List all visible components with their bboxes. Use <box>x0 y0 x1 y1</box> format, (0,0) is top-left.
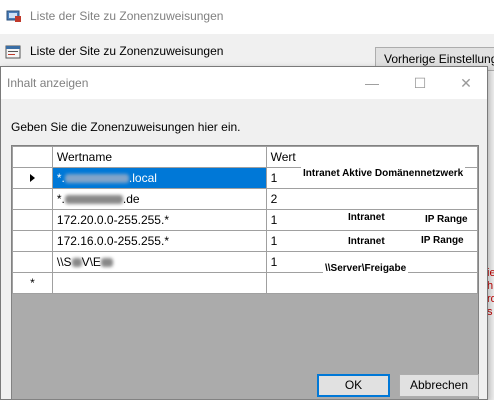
annotation-label: Intranet <box>346 235 387 248</box>
row-header[interactable] <box>12 230 53 252</box>
grid-header-row: Wertname Wert <box>12 146 478 168</box>
annotation-label: IP Range <box>419 234 466 247</box>
value-name-suffix: .local <box>128 171 157 185</box>
value-name-cell[interactable]: 172.20.0.0-255.255.* <box>51 209 267 231</box>
value-name-cell[interactable]: *. .local <box>51 167 267 189</box>
close-button[interactable]: ✕ <box>443 67 489 99</box>
redacted-text <box>100 258 113 268</box>
row-header[interactable] <box>12 188 53 210</box>
column-header-wertname[interactable]: Wertname <box>51 146 267 168</box>
value-cell[interactable]: 2 <box>265 188 478 210</box>
annotation-label: IP Range <box>423 213 470 226</box>
annotation-label: Intranet <box>346 211 387 224</box>
show-contents-dialog: Inhalt anzeigen — ☐ ✕ Geben Sie die Zone… <box>0 66 488 400</box>
table-row[interactable]: 172.16.0.0-255.255.* 1 <box>12 230 478 252</box>
zone-assignment-grid: Wertname Wert *. .local 1 *. .de 2 172.20.… <box>11 145 479 400</box>
value-name-suffix: .de <box>122 192 140 206</box>
annotation-label: Intranet Aktive Domänennetzwerk <box>301 167 466 180</box>
settings-dialog-icon <box>5 44 21 60</box>
row-header[interactable] <box>12 251 53 273</box>
side-fragment: rd <box>487 293 494 305</box>
value-name-cell[interactable]: 172.16.0.0-255.255.* <box>51 230 267 252</box>
dialog-titlebar: Inhalt anzeigen — ☐ ✕ <box>1 67 487 99</box>
value-name-prefix: *. <box>56 171 65 185</box>
value-name-cell[interactable]: *. .de <box>51 188 267 210</box>
new-row-value-cell[interactable] <box>265 272 478 294</box>
redacted-text <box>71 258 82 268</box>
row-header[interactable] <box>12 209 53 231</box>
background-window-title: Liste der Site zu Zonenzuweisungen <box>30 9 224 23</box>
value-name-prefix: \\S <box>56 255 72 269</box>
new-row-marker: * <box>12 272 53 294</box>
grid-corner-cell[interactable] <box>12 146 53 168</box>
background-window-titlebar: Liste der Site zu Zonenzuweisungen <box>0 0 494 35</box>
cancel-button[interactable]: Abbrechen <box>399 374 479 397</box>
ok-button[interactable]: OK <box>317 374 390 397</box>
maximize-button[interactable]: ☐ <box>397 67 443 99</box>
redacted-text <box>64 195 123 205</box>
value-name-mid: V\E <box>81 255 101 269</box>
new-row[interactable]: * <box>12 272 478 294</box>
column-header-wert[interactable]: Wert <box>265 146 478 168</box>
annotation-label: \\Server\Freigabe <box>323 262 409 275</box>
table-row[interactable]: 172.20.0.0-255.255.* 1 <box>12 209 478 231</box>
background-header-text: Liste der Site zu Zonenzuweisungen <box>30 44 224 58</box>
minimize-button[interactable]: — <box>349 67 395 99</box>
row-header-current[interactable] <box>12 167 53 189</box>
current-row-arrow-icon <box>29 174 35 182</box>
new-row-name-cell[interactable] <box>51 272 267 294</box>
value-name-cell[interactable]: \\S V\E <box>51 251 267 273</box>
policy-editor-icon <box>6 9 22 23</box>
table-row[interactable]: *. .de 2 <box>12 188 478 210</box>
instruction-text: Geben Sie die Zonenzuweisungen hier ein. <box>11 120 241 134</box>
value-name-prefix: *. <box>56 192 65 206</box>
side-fragment: ie <box>487 267 494 279</box>
redacted-text <box>64 174 129 184</box>
dialog-title: Inhalt anzeigen <box>7 76 89 90</box>
